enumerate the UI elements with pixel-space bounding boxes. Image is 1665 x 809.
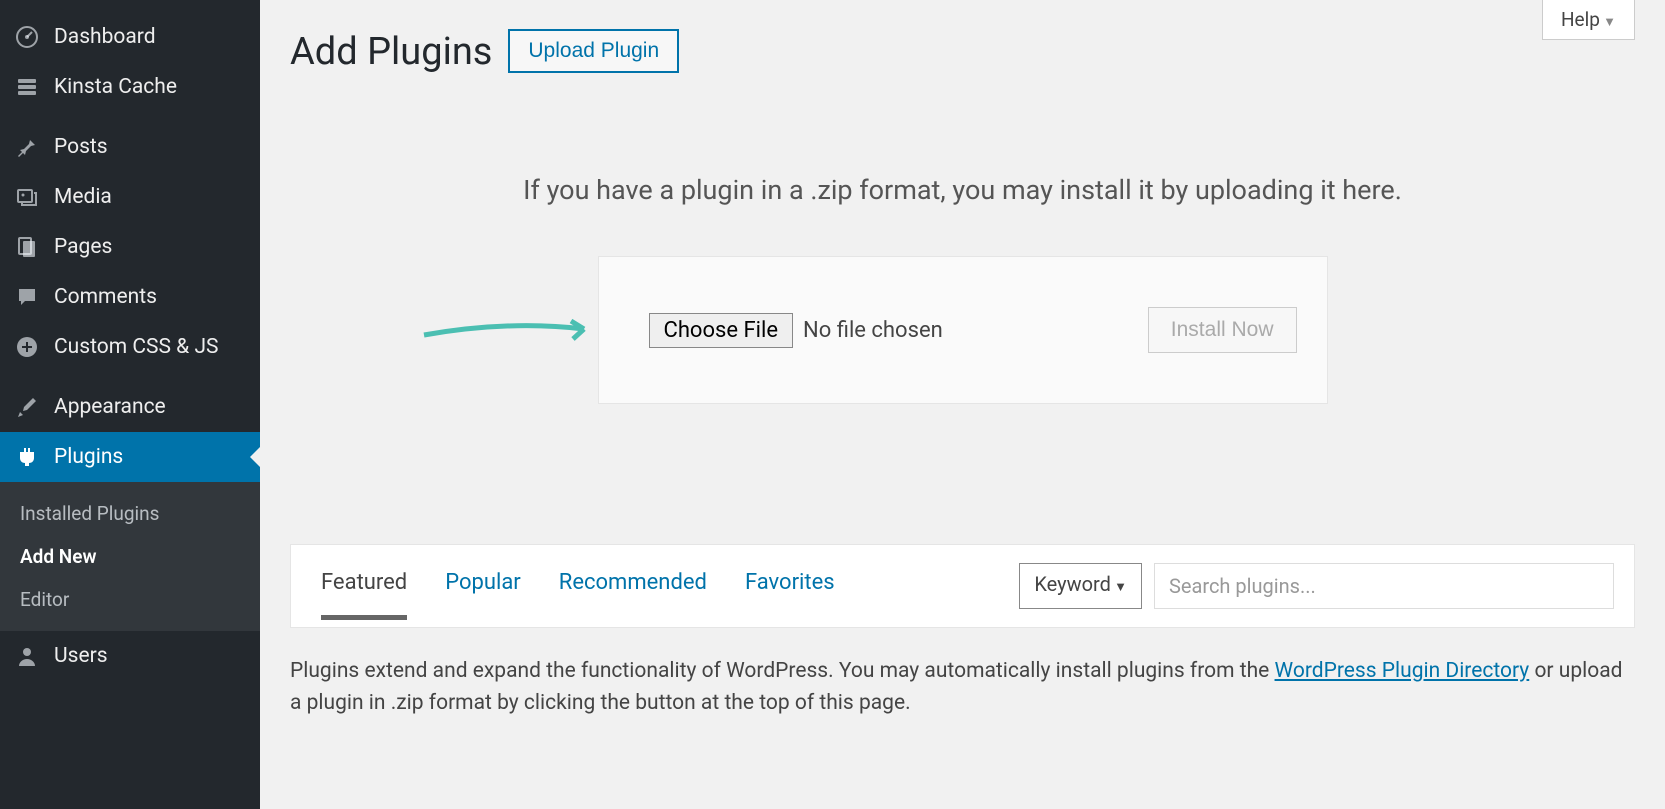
search-area: Keyword <box>1019 563 1614 609</box>
sidebar-item-pages[interactable]: Pages <box>0 222 260 272</box>
plugins-description: Plugins extend and expand the functional… <box>290 656 1635 719</box>
sidebar-item-label: Comments <box>54 285 157 309</box>
sidebar-item-label: Kinsta Cache <box>54 75 177 99</box>
sidebar-item-label: Users <box>54 644 108 668</box>
help-tab[interactable]: Help <box>1542 0 1635 40</box>
tab-recommended[interactable]: Recommended <box>559 570 707 620</box>
file-chosen-label: No file chosen <box>803 318 943 343</box>
admin-sidebar: Dashboard Kinsta Cache Posts Media Pages… <box>0 0 260 809</box>
users-icon <box>14 643 40 669</box>
sidebar-item-dashboard[interactable]: Dashboard <box>0 12 260 62</box>
main-content: Help Add Plugins Upload Plugin If you ha… <box>260 0 1665 809</box>
page-title: Add Plugins <box>290 0 492 74</box>
plugin-directory-link[interactable]: WordPress Plugin Directory <box>1275 659 1530 683</box>
arrow-annotation-icon <box>419 315 599 345</box>
cache-icon <box>14 74 40 100</box>
filter-bar: Featured Popular Recommended Favorites K… <box>290 544 1635 628</box>
pages-icon <box>14 234 40 260</box>
dashboard-icon <box>14 24 40 50</box>
sidebar-item-media[interactable]: Media <box>0 172 260 222</box>
search-plugins-input[interactable] <box>1154 563 1614 609</box>
file-input-group: Choose File No file chosen <box>649 313 943 348</box>
upload-plugin-button[interactable]: Upload Plugin <box>508 29 679 73</box>
install-now-button[interactable]: Install Now <box>1148 307 1297 353</box>
tab-favorites[interactable]: Favorites <box>745 570 835 620</box>
sidebar-item-label: Plugins <box>54 445 123 469</box>
tab-popular[interactable]: Popular <box>445 570 521 620</box>
brush-icon <box>14 394 40 420</box>
sidebar-item-comments[interactable]: Comments <box>0 272 260 322</box>
media-icon <box>14 184 40 210</box>
comments-icon <box>14 284 40 310</box>
sidebar-item-users[interactable]: Users <box>0 631 260 681</box>
sidebar-item-plugins[interactable]: Plugins <box>0 432 260 482</box>
sidebar-item-label: Custom CSS & JS <box>54 335 219 359</box>
submenu-add-new[interactable]: Add New <box>0 535 260 578</box>
upload-box: Choose File No file chosen Install Now <box>598 256 1328 404</box>
plugin-icon <box>14 444 40 470</box>
sidebar-item-posts[interactable]: Posts <box>0 122 260 172</box>
sidebar-item-kinsta-cache[interactable]: Kinsta Cache <box>0 62 260 112</box>
sidebar-item-custom-css-js[interactable]: Custom CSS & JS <box>0 322 260 372</box>
choose-file-button[interactable]: Choose File <box>649 313 794 348</box>
sidebar-item-label: Media <box>54 185 112 209</box>
upload-help-text: If you have a plugin in a .zip format, y… <box>290 174 1635 206</box>
filter-tabs: Featured Popular Recommended Favorites <box>321 570 835 620</box>
pin-icon <box>14 134 40 160</box>
sidebar-item-label: Appearance <box>54 395 166 419</box>
submenu-installed-plugins[interactable]: Installed Plugins <box>0 492 260 535</box>
search-type-select[interactable]: Keyword <box>1019 563 1142 609</box>
sidebar-item-appearance[interactable]: Appearance <box>0 382 260 432</box>
plus-circle-icon <box>14 334 40 360</box>
submenu-editor[interactable]: Editor <box>0 578 260 621</box>
plugins-submenu: Installed Plugins Add New Editor <box>0 482 260 631</box>
tab-featured[interactable]: Featured <box>321 570 407 620</box>
sidebar-item-label: Posts <box>54 135 108 159</box>
sidebar-item-label: Dashboard <box>54 25 156 49</box>
sidebar-item-label: Pages <box>54 235 112 259</box>
desc-text-pre: Plugins extend and expand the functional… <box>290 659 1275 683</box>
